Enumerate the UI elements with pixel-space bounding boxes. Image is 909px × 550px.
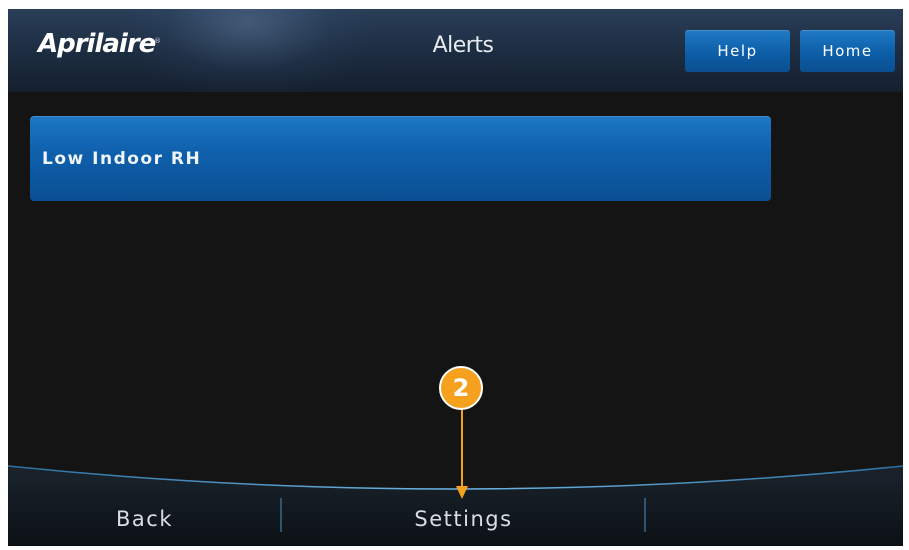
home-button-label: Home: [822, 42, 873, 60]
back-button[interactable]: Back: [8, 492, 281, 546]
settings-button-label: Settings: [414, 507, 513, 531]
page-title: Alerts: [432, 33, 494, 58]
settings-button[interactable]: Settings: [282, 492, 645, 546]
header-glow: [118, 9, 378, 92]
brand-logo: Aprilaire: [38, 29, 156, 59]
help-button[interactable]: Help: [685, 30, 790, 72]
blank-footer-button[interactable]: [646, 492, 903, 546]
back-button-label: Back: [116, 507, 173, 531]
footer-bar: Back Settings: [8, 464, 903, 546]
alert-label: Low Indoor RH: [42, 149, 202, 169]
thermostat-screen: Aprilaire ® Alerts Help Home Low Indoor …: [8, 9, 903, 546]
help-button-label: Help: [717, 42, 758, 60]
home-button[interactable]: Home: [800, 30, 895, 72]
registered-mark: ®: [154, 37, 161, 45]
step-callout-badge: 2: [439, 366, 483, 410]
alert-list-item[interactable]: Low Indoor RH: [30, 116, 771, 201]
header-bar: Aprilaire ® Alerts Help Home: [8, 9, 903, 92]
